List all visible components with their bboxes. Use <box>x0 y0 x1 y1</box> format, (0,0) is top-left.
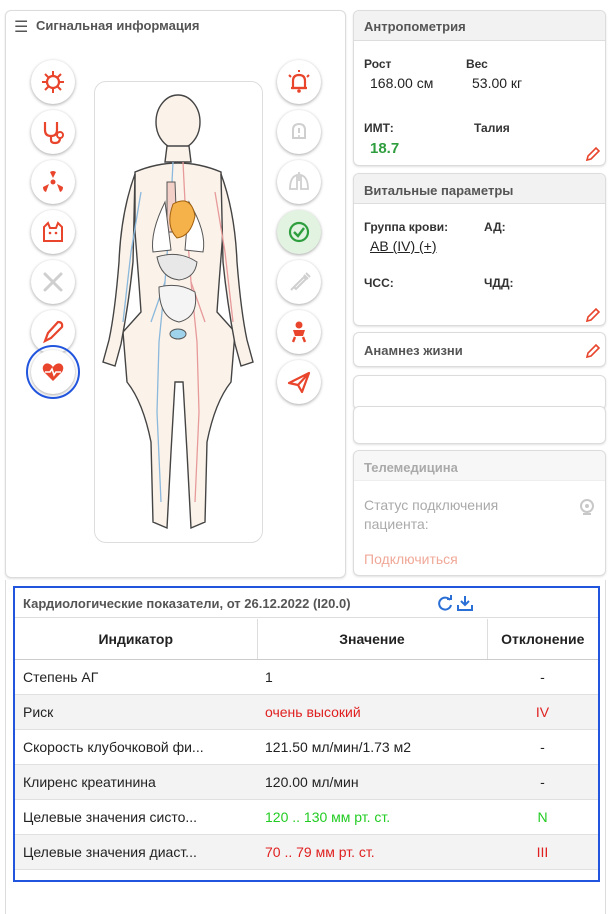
table-row[interactable]: Риск очень высокий IV <box>15 694 598 730</box>
value-cell: 120 .. 130 мм рт. ст. <box>257 799 487 835</box>
vitals-header: Витальные параметры <box>354 174 605 204</box>
weight-value: 53.00 кг <box>472 75 523 91</box>
anamnesis-panel: Анамнез жизни <box>353 332 606 367</box>
height-label: Рост <box>364 57 392 71</box>
telemedicine-header: Телемедицина <box>354 451 605 481</box>
waist-label: Талия <box>474 121 510 135</box>
cardio-table-header: Индикатор Значение Отклонение <box>15 619 598 660</box>
webcam-icon <box>580 499 594 515</box>
telemedicine-panel: Телемедицина Статус подключения пациента… <box>353 450 606 576</box>
column-header-value[interactable]: Значение <box>257 619 488 660</box>
connection-status-text: Статус подключения пациента: <box>364 497 499 532</box>
cardio-header: Кардиологические показатели, от 26.12.20… <box>15 588 598 618</box>
radiation-icon[interactable] <box>31 160 75 204</box>
bmi-label: ИМТ: <box>364 121 394 135</box>
signal-info-panel: ☰ Сигнальная информация <box>5 10 346 578</box>
anthropometry-title: Антропометрия <box>364 19 466 34</box>
deviation-cell: III <box>487 834 598 870</box>
cardio-table: Индикатор Значение Отклонение Степень АГ… <box>15 619 598 870</box>
paper-plane-icon[interactable] <box>277 360 321 404</box>
warning-bell-icon[interactable] <box>277 110 321 154</box>
syringe-icon[interactable] <box>277 260 321 304</box>
table-row[interactable]: Степень АГ 1 - <box>15 659 598 695</box>
anamnesis-title: Анамнез жизни <box>364 343 463 358</box>
indicator-cell: Целевые значения систо... <box>15 799 257 835</box>
lungs-icon[interactable] <box>277 160 321 204</box>
value-cell: 70 .. 79 мм рт. ст. <box>257 834 487 870</box>
indicator-cell: Риск <box>15 694 257 730</box>
anthropometry-header: Антропометрия <box>354 11 605 41</box>
deviation-cell: - <box>487 729 598 765</box>
value-cell: 120.00 мл/мин <box>257 764 487 800</box>
anthropometry-panel: Антропометрия Рост 168.00 см Вес 53.00 к… <box>353 10 606 166</box>
anamnesis-block-2 <box>353 406 606 444</box>
indicator-cell: Клиренс креатинина <box>15 764 257 800</box>
anamnesis-block-1 <box>353 375 606 410</box>
refresh-icon[interactable] <box>436 594 454 612</box>
edit-anthropometry-icon[interactable] <box>585 146 601 162</box>
alarm-icon[interactable] <box>277 60 321 104</box>
column-header-indicator[interactable]: Индикатор <box>15 619 258 660</box>
signal-info-header: ☰ Сигнальная информация <box>6 11 345 39</box>
blood-group-value[interactable]: AB (IV) (+) <box>370 238 437 254</box>
weight-label: Вес <box>466 57 488 71</box>
deviation-cell: N <box>487 799 598 835</box>
deviation-cell: IV <box>487 694 598 730</box>
table-row[interactable]: Скорость клубочковой фи... 121.50 мл/мин… <box>15 729 598 765</box>
deviation-cell: - <box>487 659 598 695</box>
indicator-cell: Целевые значения диаст... <box>15 834 257 870</box>
value-cell: 1 <box>257 659 487 695</box>
signal-info-title: Сигнальная информация <box>36 18 200 33</box>
bandage-icon[interactable] <box>31 260 75 304</box>
value-cell: очень высокий <box>257 694 487 730</box>
telemedicine-title: Телемедицина <box>364 460 458 475</box>
cardio-title: Кардиологические показатели, от 26.12.20… <box>23 596 351 611</box>
blood-group-label: Группа крови: <box>364 220 449 234</box>
baby-icon[interactable] <box>277 310 321 354</box>
edit-anamnesis-icon[interactable] <box>585 343 601 359</box>
heart-pulse-icon[interactable] <box>26 345 80 399</box>
table-row[interactable]: Целевые значения диаст... 70 .. 79 мм рт… <box>15 834 598 870</box>
indicator-cell: Скорость клубочковой фи... <box>15 729 257 765</box>
cardio-panel: Кардиологические показатели, от 26.12.20… <box>13 586 600 882</box>
scalpel-icon[interactable] <box>31 310 75 354</box>
column-header-deviation[interactable]: Отклонение <box>487 619 598 660</box>
bp-label: АД: <box>484 220 506 234</box>
body-figure-card <box>94 81 263 543</box>
stethoscope-icon[interactable] <box>31 110 75 154</box>
table-row[interactable]: Целевые значения систо... 120 .. 130 мм … <box>15 799 598 835</box>
cardio-table-wrap: Индикатор Значение Отклонение Степень АГ… <box>15 619 598 870</box>
vitals-title: Витальные параметры <box>364 183 514 198</box>
vitals-panel: Витальные параметры Группа крови: AB (IV… <box>353 173 606 326</box>
table-row[interactable]: Клиренс креатинина 120.00 мл/мин - <box>15 764 598 800</box>
hr-label: ЧСС: <box>364 276 394 290</box>
value-cell: 121.50 мл/мин/1.73 м2 <box>257 729 487 765</box>
check-badge-icon[interactable] <box>277 210 321 254</box>
deviation-cell: - <box>487 764 598 800</box>
edit-vitals-icon[interactable] <box>585 307 601 323</box>
human-body-illustration[interactable] <box>95 82 262 542</box>
cat-allergy-icon[interactable] <box>31 210 75 254</box>
rr-label: ЧДД: <box>484 276 514 290</box>
indicator-cell: Степень АГ <box>15 659 257 695</box>
height-value: 168.00 см <box>370 75 434 91</box>
virus-icon[interactable] <box>31 60 75 104</box>
connect-link[interactable]: Подключиться <box>364 551 458 567</box>
menu-icon[interactable]: ☰ <box>14 17 28 37</box>
bmi-value: 18.7 <box>370 140 400 157</box>
download-icon[interactable] <box>456 594 474 612</box>
